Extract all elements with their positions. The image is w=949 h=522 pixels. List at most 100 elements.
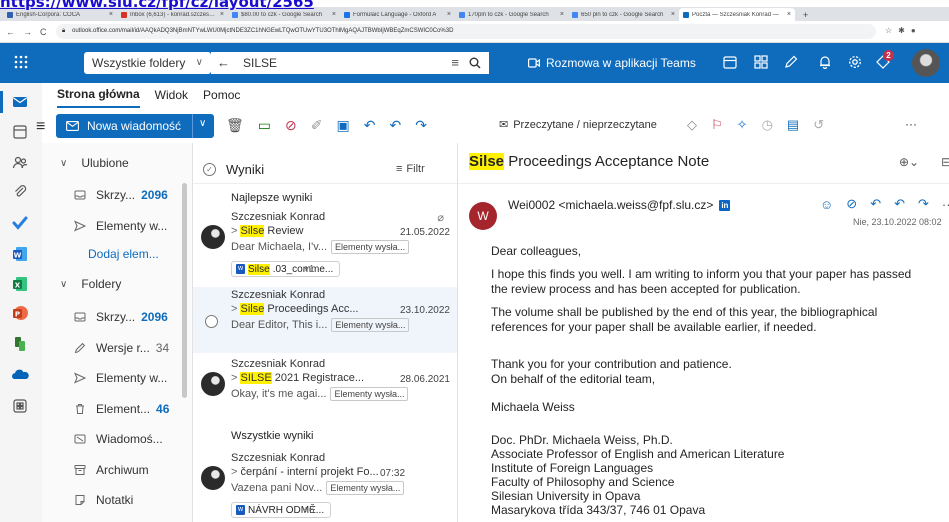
mail-list-item[interactable]: Szczesniak Konrad > Silse Review 21.05.202… bbox=[193, 209, 458, 283]
browser-tab[interactable]: Poczta — Szczesniak Konrad — × bbox=[679, 8, 795, 21]
attachment-chip[interactable]: w Silse .03_comme... bbox=[231, 261, 341, 277]
powerpoint-app-icon[interactable]: P bbox=[11, 304, 29, 322]
ribbon-tab[interactable]: Strona główna bbox=[57, 82, 140, 108]
sender-photo-avatar[interactable] bbox=[201, 466, 225, 490]
extension-icon[interactable]: ✱ bbox=[898, 26, 905, 35]
more-options-icon[interactable]: ··· bbox=[942, 197, 949, 212]
search-scope-select[interactable]: Wszystkie foldery ∨ bbox=[84, 52, 211, 74]
filter-button[interactable]: ≡ Filtr bbox=[396, 163, 425, 175]
mail-list-item[interactable]: Szczesniak Konrad > čerpání - interní pro… bbox=[193, 450, 458, 522]
favorites-section-header[interactable]: ∨ Ulubione bbox=[42, 153, 192, 173]
tag-icon[interactable]: ◇ bbox=[687, 117, 697, 133]
settings-gear-icon[interactable] bbox=[848, 55, 862, 69]
reload-icon[interactable]: C bbox=[40, 27, 47, 37]
forward-icon-toolbar[interactable]: ↷ bbox=[415, 117, 427, 134]
read-unread-button[interactable]: ✉ Przeczytane / nieprzeczytane bbox=[499, 118, 657, 132]
calendar-icon[interactable] bbox=[723, 55, 737, 69]
forward-arrow-icon[interactable]: ↷ bbox=[918, 196, 929, 212]
new-message-button[interactable]: Nowa wiadomość ∨ bbox=[56, 114, 214, 138]
sender-address[interactable]: Wei0002 <michaela.weiss@fpf.slu.cz> bbox=[508, 198, 713, 212]
folder-item[interactable]: Archiwum bbox=[42, 460, 192, 480]
folder-item[interactable]: Elementy w... bbox=[42, 216, 192, 236]
delete-trash-icon[interactable]: 🗑︎ bbox=[226, 117, 244, 134]
more-actions-button[interactable]: ··· bbox=[905, 117, 917, 131]
select-all-checkbox[interactable]: ✓ bbox=[203, 163, 216, 176]
mail-list-item[interactable]: Szczesniak Konrad > SILSE 2021 Registrace… bbox=[193, 356, 458, 422]
open-in-window-icon[interactable]: ⊟ bbox=[941, 155, 949, 169]
sender-avatar[interactable]: W bbox=[469, 202, 497, 230]
profile-icon[interactable]: ● bbox=[911, 26, 916, 35]
folder-item[interactable]: Elementy w... bbox=[42, 368, 192, 388]
star-icon[interactable]: ☆ bbox=[885, 26, 892, 35]
move-to-icon[interactable]: ▣ bbox=[336, 117, 349, 134]
attachment-files-icon[interactable] bbox=[11, 183, 29, 201]
address-bar[interactable]: 🔒︎ outlook.office.com/mail/id/AAQkADQ3Nj… bbox=[56, 24, 876, 39]
snooze-clock-icon[interactable]: ◷ bbox=[762, 117, 773, 133]
browser-tab[interactable]: 170pln to czk - Google Search × bbox=[455, 8, 568, 21]
report-icon[interactable]: ⊘ bbox=[285, 117, 297, 134]
rules-icon[interactable]: ▤ bbox=[787, 117, 799, 133]
pin-icon[interactable]: ✧ bbox=[737, 117, 748, 133]
folder-item[interactable]: Skrzy... 2096 bbox=[42, 185, 192, 205]
flag-icon[interactable]: ⚐ bbox=[711, 117, 723, 133]
folder-pane-scrollbar[interactable] bbox=[182, 183, 187, 398]
tab-close-icon[interactable]: × bbox=[109, 11, 113, 18]
attachment-chip[interactable]: w NÁVRH ODMĚ... bbox=[231, 502, 332, 518]
reply-icon[interactable]: ↶ bbox=[870, 196, 881, 212]
emoji-react-icon[interactable]: ☺ bbox=[820, 197, 833, 212]
reply-all-icon[interactable]: ↶ bbox=[894, 196, 905, 212]
planner-app-icon[interactable] bbox=[11, 335, 29, 353]
meeting-icon[interactable]: ⊘ bbox=[846, 196, 857, 212]
compose-note-icon[interactable] bbox=[784, 55, 798, 69]
calendar-app-icon[interactable] bbox=[11, 123, 29, 141]
browser-tab[interactable]: 650 pln to czk - Google Search × bbox=[568, 8, 679, 21]
people-icon[interactable] bbox=[11, 154, 29, 172]
onedrive-app-icon[interactable] bbox=[11, 366, 29, 384]
zoom-icon[interactable]: ⊕⌄ bbox=[899, 155, 919, 169]
tab-close-icon[interactable]: × bbox=[560, 11, 564, 18]
notifications-bell-icon[interactable] bbox=[818, 55, 832, 69]
search-input[interactable]: ← SILSE ≡ bbox=[211, 52, 489, 74]
new-tab-icon[interactable]: + bbox=[799, 8, 808, 21]
select-item-radio[interactable] bbox=[205, 315, 218, 328]
mail-list-item[interactable]: Szczesniak Konrad > Silse Proceedings Acc… bbox=[193, 287, 458, 353]
back-icon[interactable]: ← bbox=[6, 27, 15, 37]
tab-close-icon[interactable]: × bbox=[332, 11, 336, 18]
sender-photo-avatar[interactable] bbox=[201, 225, 225, 249]
linkedin-icon[interactable]: in bbox=[719, 199, 731, 211]
archive-icon[interactable]: ▭ bbox=[258, 117, 271, 134]
hamburger-menu-icon[interactable]: ≡ bbox=[36, 118, 45, 136]
folder-item[interactable]: Wiadomoś... bbox=[42, 429, 192, 449]
folder-item[interactable]: Notatki bbox=[42, 490, 192, 510]
browser-tab[interactable]: Formulaic Language - Oxford A × bbox=[340, 8, 455, 21]
app-launcher-icon[interactable] bbox=[14, 55, 28, 69]
filter-options-icon[interactable]: ≡ bbox=[451, 52, 459, 74]
reply-icon[interactable]: ↶ bbox=[364, 117, 376, 134]
tab-close-icon[interactable]: × bbox=[447, 11, 451, 18]
user-avatar[interactable] bbox=[912, 49, 940, 77]
forward-icon[interactable]: → bbox=[23, 27, 32, 37]
new-message-dropdown-icon[interactable]: ∨ bbox=[199, 118, 206, 129]
teams-chat-button[interactable]: Rozmowa w aplikacji Teams bbox=[528, 56, 696, 70]
sweep-icon[interactable]: ✐ bbox=[311, 117, 323, 134]
undo-icon[interactable]: ↺ bbox=[813, 117, 824, 133]
search-icon[interactable] bbox=[469, 57, 481, 69]
folder-item[interactable]: Wersje r... 34 bbox=[42, 338, 192, 358]
folder-item[interactable]: Skrzy... 2096 bbox=[42, 307, 192, 327]
folders-section-header[interactable]: ∨ Foldery bbox=[42, 274, 192, 294]
ribbon-tab[interactable]: Widok bbox=[155, 83, 188, 107]
back-arrow-icon[interactable]: ← bbox=[217, 52, 230, 74]
word-app-icon[interactable]: W bbox=[11, 245, 29, 263]
add-favorite-link[interactable]: Dodaj elem... bbox=[42, 244, 192, 264]
more-apps-icon[interactable] bbox=[11, 397, 29, 415]
sender-photo-avatar[interactable] bbox=[201, 372, 225, 396]
todo-check-icon[interactable] bbox=[11, 214, 29, 232]
reply-all-icon[interactable]: ↶ bbox=[389, 117, 401, 134]
folder-item[interactable]: Element... 46 bbox=[42, 399, 192, 419]
tab-close-icon[interactable]: × bbox=[671, 11, 675, 18]
tab-close-icon[interactable]: × bbox=[787, 11, 791, 18]
office-apps-icon[interactable] bbox=[754, 55, 768, 69]
ribbon-tab[interactable]: Pomoc bbox=[203, 83, 240, 107]
mail-icon[interactable] bbox=[11, 93, 29, 111]
excel-app-icon[interactable]: X bbox=[11, 275, 29, 293]
